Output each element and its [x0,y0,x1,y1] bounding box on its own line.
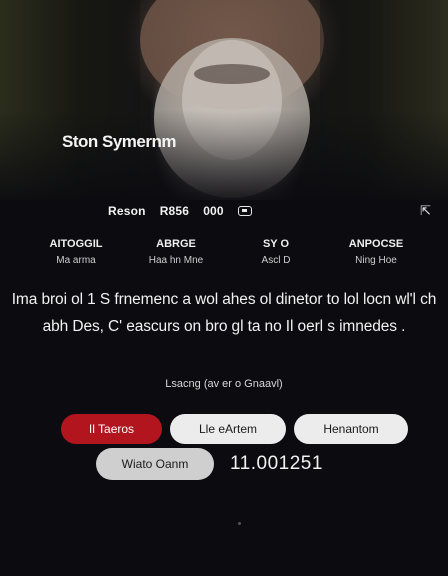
tertiary-button[interactable]: Henantom [294,414,408,444]
credit-role: SY O [262,238,290,250]
credit-item: SY O Ascl D [226,238,326,266]
primary-button[interactable]: Il Taeros [61,414,162,444]
secondary-button[interactable]: Lle eArtem [170,414,286,444]
credit-name[interactable]: Ning Hoe [326,255,426,266]
page-indicator-dot [238,522,241,525]
screen-icon [237,206,252,216]
credit-item: ANPOCSE Ning Hoe [326,238,426,266]
stats-row: Reson R856 000 [108,203,252,219]
share-icon[interactable]: ⇱ [420,203,431,219]
action-buttons: Il Taeros Lle eArtem Henantom [61,414,408,444]
secondary-actions: Wiato Oanm 11.001251 [96,448,323,480]
stat-item: Reson [108,204,146,218]
credit-role: AITOGGIL [49,238,103,250]
hero-image [0,0,448,210]
credit-name[interactable]: Ma arma [26,255,126,266]
credit-item: ABRGE Haa hn Mne [126,238,226,266]
meta-line: Lsacng (av er o Gnaavl) [165,378,283,390]
quaternary-button[interactable]: Wiato Oanm [96,448,214,480]
credit-name[interactable]: Ascl D [226,255,326,266]
credits-row: AITOGGIL Ma arma ABRGE Haa hn Mne SY O A… [26,238,426,266]
page-title: Ston Symernm [62,132,176,151]
stat-item: 000 [203,204,224,218]
stat-item: R856 [159,204,190,218]
credit-role: ANPOCSE [348,238,404,250]
credit-role: ABRGE [156,238,196,250]
rating-value: 11.001251 [230,453,323,474]
synopsis-text: Ima broi ol 1 S frnemenc a wol ahes ol d… [11,291,437,335]
credit-item: AITOGGIL Ma arma [26,238,126,266]
credit-name[interactable]: Haa hn Mne [126,255,226,266]
